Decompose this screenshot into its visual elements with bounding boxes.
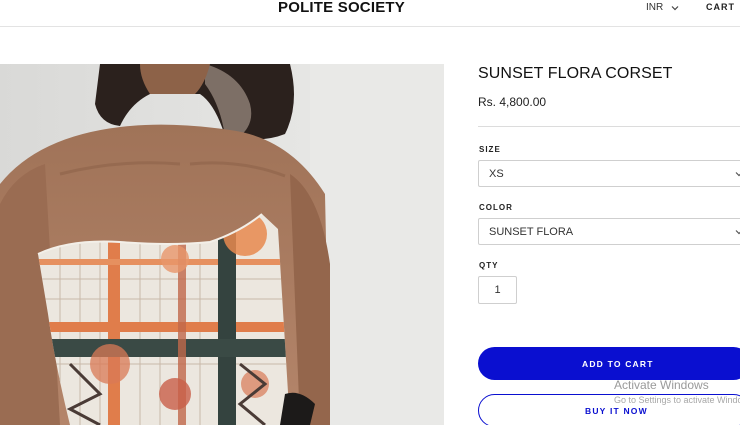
color-select[interactable]: SUNSET FLORA [478,218,740,245]
chevron-down-icon [735,230,740,235]
product-title: SUNSET FLORA CORSET [478,65,673,82]
size-select[interactable]: XS [478,160,740,187]
size-value: XS [489,168,504,180]
size-label: SIZE [479,145,501,154]
currency-selector[interactable]: INR [646,2,679,13]
currency-label: INR [646,2,664,13]
product-image[interactable] [0,64,444,425]
quantity-input[interactable] [478,276,517,304]
brand-logo[interactable]: POLITE SOCIETY [0,0,683,16]
add-to-cart-button[interactable]: ADD TO CART [478,347,740,380]
product-photo-illustration [0,64,444,425]
activate-windows-title: Activate Windows [614,378,709,392]
activate-windows-subtitle: Go to Settings to activate Windows. [614,395,740,405]
qty-label: QTY [479,261,499,270]
product-price: Rs. 4,800.00 [478,95,547,109]
color-label: COLOR [479,203,513,212]
divider [478,126,740,127]
site-header: POLITE SOCIETY INR CART [0,0,740,27]
chevron-down-icon [735,172,740,177]
color-value: SUNSET FLORA [489,226,574,238]
cart-link[interactable]: CART [706,2,735,12]
chevron-down-icon [671,5,679,10]
